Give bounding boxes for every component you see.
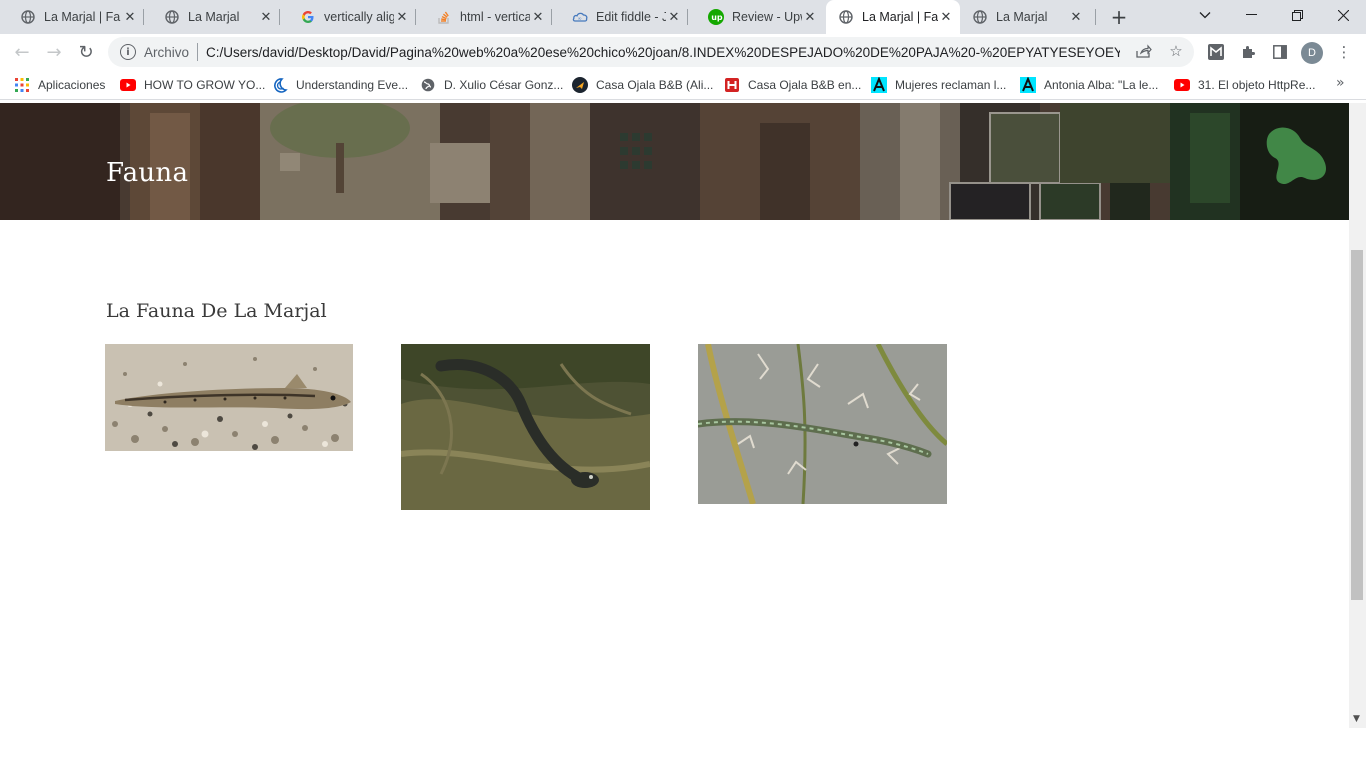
bookmark-mujeres-reclaman[interactable]: Mujeres reclaman l... bbox=[871, 76, 1006, 94]
profile-avatar[interactable]: D bbox=[1301, 42, 1323, 64]
bookmark-httprequest[interactable]: 31. El objeto HttpRe... bbox=[1174, 76, 1315, 94]
moon-icon bbox=[272, 77, 288, 93]
tab-title: Edit fiddle - J bbox=[596, 10, 666, 24]
upwork-icon: up bbox=[708, 9, 724, 25]
bookmark-xulio-cesar[interactable]: D. Xulio César Gonz... bbox=[420, 76, 563, 94]
tab-title: La Marjal bbox=[188, 10, 240, 24]
bookmark-label: HOW TO GROW YO... bbox=[144, 78, 266, 92]
bookmarks-bar: Aplicaciones HOW TO GROW YO... Understan… bbox=[0, 70, 1366, 100]
tab-upwork[interactable]: up Review - Upw ✕ bbox=[688, 0, 824, 34]
tab-separator bbox=[1095, 9, 1096, 25]
close-icon[interactable]: ✕ bbox=[394, 9, 410, 25]
reload-button[interactable]: ↻ bbox=[72, 38, 100, 66]
globe-icon bbox=[20, 9, 36, 25]
youtube-icon bbox=[1174, 77, 1190, 93]
globe-icon bbox=[420, 77, 436, 93]
restore-button[interactable] bbox=[1274, 0, 1320, 30]
bookmark-label: Casa Ojala B&B (Ali... bbox=[596, 78, 714, 92]
close-icon[interactable]: ✕ bbox=[666, 9, 682, 25]
plane-icon bbox=[572, 77, 588, 93]
minimize-button[interactable] bbox=[1228, 0, 1274, 30]
a-letter-icon bbox=[871, 77, 887, 93]
side-panel-icon[interactable] bbox=[1270, 42, 1290, 62]
globe-icon bbox=[972, 9, 988, 25]
info-icon[interactable]: i bbox=[120, 44, 136, 60]
tab-title: La Marjal | Fa bbox=[862, 10, 938, 24]
menu-kebab-icon[interactable]: ⋮ bbox=[1334, 42, 1354, 62]
tab-jsfiddle[interactable]: ∞ Edit fiddle - J ✕ bbox=[552, 0, 688, 34]
forward-button[interactable]: → bbox=[40, 38, 68, 66]
stackoverflow-icon bbox=[436, 9, 452, 25]
back-button[interactable]: ← bbox=[8, 38, 36, 66]
tab-title: vertically alig bbox=[324, 10, 394, 24]
address-bar[interactable]: i Archivo C:/Users/david/Desktop/David/P… bbox=[108, 37, 1194, 67]
extension-m-icon[interactable] bbox=[1206, 42, 1226, 62]
hero-banner: Fauna bbox=[0, 103, 1349, 220]
globe-icon bbox=[838, 9, 854, 25]
page-scrollbar[interactable]: ▼ bbox=[1349, 103, 1366, 728]
address-scheme-label: Archivo bbox=[144, 44, 190, 60]
pipefish-photo[interactable] bbox=[698, 344, 947, 504]
bookmark-label: Casa Ojala B&B en... bbox=[748, 78, 862, 92]
close-icon[interactable]: ✕ bbox=[122, 9, 138, 25]
tab-title: La Marjal | Fa bbox=[44, 10, 121, 24]
scroll-down-arrow-icon[interactable]: ▼ bbox=[1353, 714, 1360, 724]
hotel-icon bbox=[724, 77, 740, 93]
tab-google-search[interactable]: vertically alig ✕ bbox=[280, 0, 416, 34]
bookmark-casa-ojala-en[interactable]: Casa Ojala B&B en... bbox=[724, 76, 861, 94]
a-letter-icon bbox=[1020, 77, 1036, 93]
apps-grid-icon bbox=[14, 77, 30, 93]
hero-title: Fauna bbox=[106, 158, 189, 188]
google-icon bbox=[300, 9, 316, 25]
bookmark-label: Aplicaciones bbox=[38, 78, 106, 92]
close-icon[interactable]: ✕ bbox=[802, 9, 818, 25]
bookmark-how-to-grow[interactable]: HOW TO GROW YO... bbox=[120, 76, 265, 94]
tab-strip: La Marjal | Fa ✕ La Marjal ✕ vertically … bbox=[0, 0, 1366, 34]
bookmark-label: 31. El objeto HttpRe... bbox=[1198, 78, 1316, 92]
close-icon[interactable]: ✕ bbox=[938, 9, 954, 25]
eel-photo[interactable] bbox=[401, 344, 650, 510]
web-page: Fauna La Fauna De La Marjal bbox=[0, 103, 1349, 780]
bookmark-casa-ojala-ali[interactable]: Casa Ojala B&B (Ali... bbox=[572, 76, 713, 94]
tab-la-marjal-1[interactable]: La Marjal ✕ bbox=[144, 0, 280, 34]
address-divider bbox=[197, 43, 199, 61]
share-icon[interactable] bbox=[1135, 42, 1153, 60]
hero-background-image bbox=[0, 103, 1349, 220]
browser-toolbar: ← → ↻ i Archivo C:/Users/david/Desktop/D… bbox=[0, 34, 1366, 70]
bookmark-label: Antonia Alba: "La le... bbox=[1044, 78, 1159, 92]
bookmarks-overflow-icon[interactable]: » bbox=[1336, 75, 1345, 91]
tab-search-button[interactable] bbox=[1182, 0, 1228, 30]
new-tab-button[interactable]: + bbox=[1106, 4, 1132, 30]
tab-title: Review - Upw bbox=[732, 10, 802, 24]
bookmark-understanding-eve[interactable]: Understanding Eve... bbox=[272, 76, 408, 94]
youtube-icon bbox=[120, 77, 136, 93]
close-icon[interactable]: ✕ bbox=[530, 9, 546, 25]
tab-stackoverflow[interactable]: html - vertica ✕ bbox=[416, 0, 552, 34]
close-window-button[interactable] bbox=[1320, 0, 1366, 30]
bookmark-label: Mujeres reclaman l... bbox=[895, 78, 1007, 92]
svg-text:∞: ∞ bbox=[578, 16, 582, 22]
address-url[interactable]: C:/Users/david/Desktop/David/Pagina%20we… bbox=[206, 45, 1120, 60]
browser-chrome: La Marjal | Fa ✕ La Marjal ✕ vertically … bbox=[0, 0, 1366, 103]
tab-title: html - vertica bbox=[460, 10, 530, 24]
extensions-puzzle-icon[interactable] bbox=[1238, 42, 1258, 62]
bookmark-apps[interactable]: Aplicaciones bbox=[14, 76, 105, 94]
tab-la-marjal-2[interactable]: La Marjal ✕ bbox=[960, 0, 1096, 34]
bookmark-label: Understanding Eve... bbox=[296, 78, 409, 92]
tab-title: La Marjal bbox=[996, 10, 1048, 24]
close-icon[interactable]: ✕ bbox=[1068, 9, 1084, 25]
loach-fish-photo[interactable] bbox=[105, 344, 353, 451]
svg-text:up: up bbox=[711, 13, 723, 22]
globe-icon bbox=[164, 9, 180, 25]
tab-la-marjal-fauna-active[interactable]: La Marjal | Fa ✕ bbox=[826, 0, 960, 34]
jsfiddle-icon: ∞ bbox=[572, 9, 588, 25]
section-title: La Fauna De La Marjal bbox=[106, 300, 327, 322]
bookmark-label: D. Xulio César Gonz... bbox=[444, 78, 564, 92]
bookmark-star-icon[interactable]: ☆ bbox=[1167, 42, 1185, 60]
bookmark-antonia-alba[interactable]: Antonia Alba: "La le... bbox=[1020, 76, 1158, 94]
close-icon[interactable]: ✕ bbox=[258, 9, 274, 25]
scrollbar-thumb[interactable] bbox=[1351, 250, 1363, 600]
tab-la-marjal-fauna-1[interactable]: La Marjal | Fa ✕ bbox=[0, 0, 144, 34]
